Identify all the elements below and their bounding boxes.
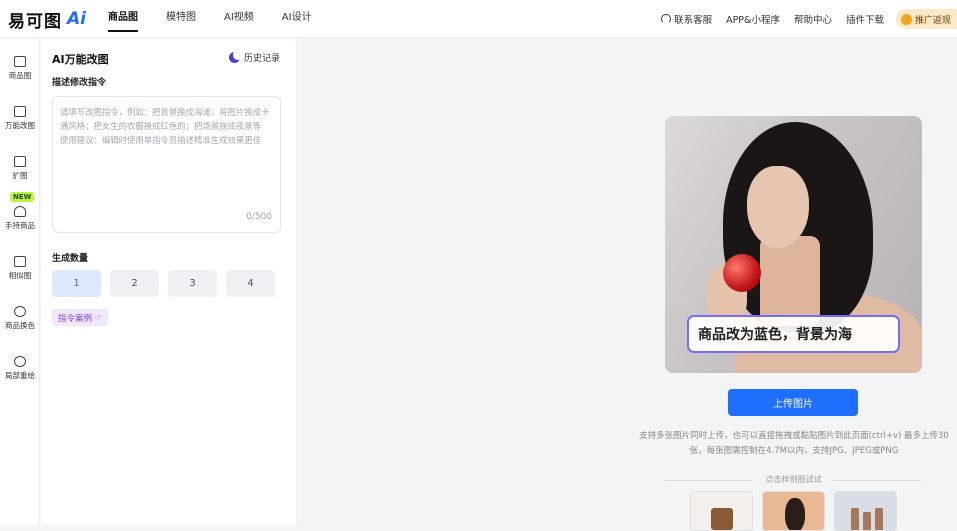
bag-icon [14,56,26,67]
promo-label: 推广返现 [914,15,951,26]
new-badge: NEW [10,192,35,202]
sidebar-item-label: 商品换色 [5,321,35,330]
upload-button[interactable]: 上传图片 [728,389,858,416]
coin-icon [900,13,912,25]
sample-image-model[interactable] [762,491,825,531]
pointer-hand-icon: ☞ [95,313,103,322]
history-label: 历史记录 [243,54,280,64]
expand-ai-icon [14,156,26,167]
tab-ai-video[interactable]: AI视频 [224,0,254,38]
preview-image: 商品改为蓝色，背景为海 [665,116,922,373]
tool-sidebar: 商品图 万能改图 扩图 NEW 手持商品 相似图 商品换色 局部重绘 [0,39,40,525]
header-right-links: 联系客服 APP&小程序 帮助中心 插件下载 推广返现 [647,0,957,38]
edit-image-icon [14,106,26,117]
prompt-textarea[interactable]: 请填写改图指令，例如：把背景换成海滩；将图片换成卡通风格；把女生的衣服换成红色的… [52,96,281,233]
history-button[interactable]: 历史记录 [228,51,280,64]
logo-text: 易可图 [8,11,62,32]
main-canvas: 商品改为蓝色，背景为海 上传图片 支持多张图片同时上传，也可以直接拖拽或黏贴图片… [298,39,957,531]
sample-image-bag[interactable] [690,491,753,531]
history-icon [228,52,240,63]
quantity-option-1[interactable]: 1 [52,270,101,297]
quantity-option-3[interactable]: 3 [168,270,217,297]
sidebar-item-universal-edit[interactable]: 万能改图 [0,100,40,143]
tab-product-image[interactable]: 商品图 [108,0,138,38]
similar-image-icon [14,256,26,267]
quantity-selector: 1 2 3 4 [52,270,275,297]
prompt-label: 描述修改指令 [52,78,107,88]
sidebar-item-hand-hold[interactable]: 手持商品 [0,206,40,231]
product-jar [723,254,761,292]
sidebar-item-label: 相似图 [8,271,32,280]
sidebar-item-expand[interactable]: 扩图 [0,156,40,181]
face-icon [14,356,26,367]
panel-title: AI万能改图 [52,53,109,66]
logo-ai-mark: Ai [67,9,86,29]
sidebar-item-label: 手持商品 [5,221,35,230]
hand-hold-icon [14,206,26,217]
quantity-option-2[interactable]: 2 [110,270,159,297]
quantity-option-4[interactable]: 4 [226,270,275,297]
support-link[interactable]: 联系客服 [661,12,712,26]
color-drop-icon [14,306,26,317]
prompt-examples-button[interactable]: 指令案例 ☞ [52,309,109,326]
sample-images [690,491,897,531]
quantity-label: 生成数量 [52,254,89,264]
upload-hint: 支持多张图片同时上传，也可以直接拖拽或黏贴图片到此页面(ctrl+v) 最多上传… [639,431,949,456]
preview-caption: 商品改为蓝色，背景为海 [687,315,900,353]
app-link[interactable]: APP&小程序 [726,12,780,26]
tab-ai-design[interactable]: AI设计 [282,0,312,38]
logo[interactable]: 易可图 Ai [8,7,86,32]
sidebar-item-recolor[interactable]: 商品换色 [0,306,40,331]
samples-divider: 点击样例图试试 [665,475,922,485]
sidebar-item-label: 局部重绘 [5,371,35,380]
examples-label: 指令案例 [58,313,93,324]
sidebar-item-label: 扩图 [12,171,28,180]
plugin-link[interactable]: 插件下载 [846,12,884,26]
sidebar-item-product-image[interactable]: 商品图 [0,56,40,81]
top-navigation-bar: 易可图 Ai 商品图 模特图 AI视频 AI设计 联系客服 APP&小程序 帮助… [0,0,957,38]
promo-button[interactable]: 推广返现 [895,9,957,29]
support-label: 联系客服 [674,15,713,26]
sidebar-item-similar[interactable]: 相似图 [0,256,40,281]
help-link[interactable]: 帮助中心 [794,12,832,26]
tab-model-image[interactable]: 模特图 [166,0,196,38]
headset-icon [661,14,672,24]
sidebar-item-inpaint[interactable]: 局部重绘 [0,356,40,381]
char-counter: 0/500 [246,212,272,222]
main-tabs: 商品图 模特图 AI视频 AI设计 [108,0,340,38]
sample-image-bottles[interactable] [834,491,897,531]
edit-panel: AI万能改图 历史记录 描述修改指令 请填写改图指令，例如：把背景换成海滩；将图… [41,39,297,525]
sidebar-item-label: 万能改图 [5,121,35,130]
prompt-placeholder: 请填写改图指令，例如：把背景换成海滩；将图片换成卡通风格；把女生的衣服换成红色的… [60,107,270,145]
sidebar-item-label: 商品图 [8,71,32,80]
